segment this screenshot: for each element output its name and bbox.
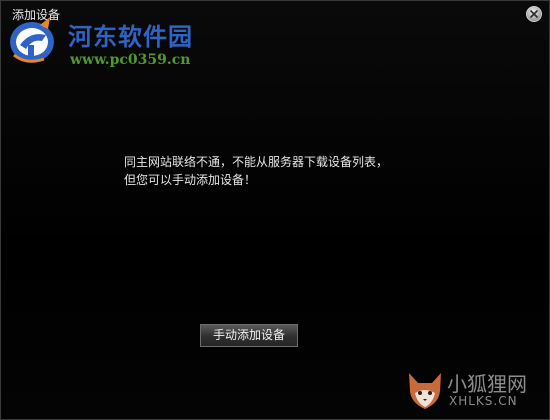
watermark-site-name: 河东软件园: [68, 22, 193, 51]
message-line-1: 同主网站联络不通，不能从服务器下载设备列表，: [124, 155, 389, 169]
watermark-bottom-url: XHLKS.CN: [449, 394, 518, 408]
error-message: 同主网站联络不通，不能从服务器下载设备列表， 但您可以手动添加设备！: [124, 153, 388, 189]
close-button[interactable]: [526, 6, 542, 22]
watermark-top: 河东软件园 www.pc0359.cn: [6, 15, 221, 75]
watermark-url: www.pc0359.cn: [70, 52, 191, 68]
watermark-bottom: 小狐狸网 XHLKS.CN: [405, 365, 545, 415]
fox-logo-icon: [409, 373, 441, 409]
add-device-dialog: 添加设备 河东软件园 www.pc0359.cn 同主网站联络不通，不能从服务器…: [0, 0, 550, 420]
site-logo-icon: [10, 17, 54, 63]
close-icon: [530, 10, 538, 18]
message-line-2: 但您可以手动添加设备！: [124, 173, 257, 187]
manual-add-device-button[interactable]: 手动添加设备: [200, 324, 298, 347]
watermark-bottom-site-name: 小狐狸网: [447, 372, 527, 396]
